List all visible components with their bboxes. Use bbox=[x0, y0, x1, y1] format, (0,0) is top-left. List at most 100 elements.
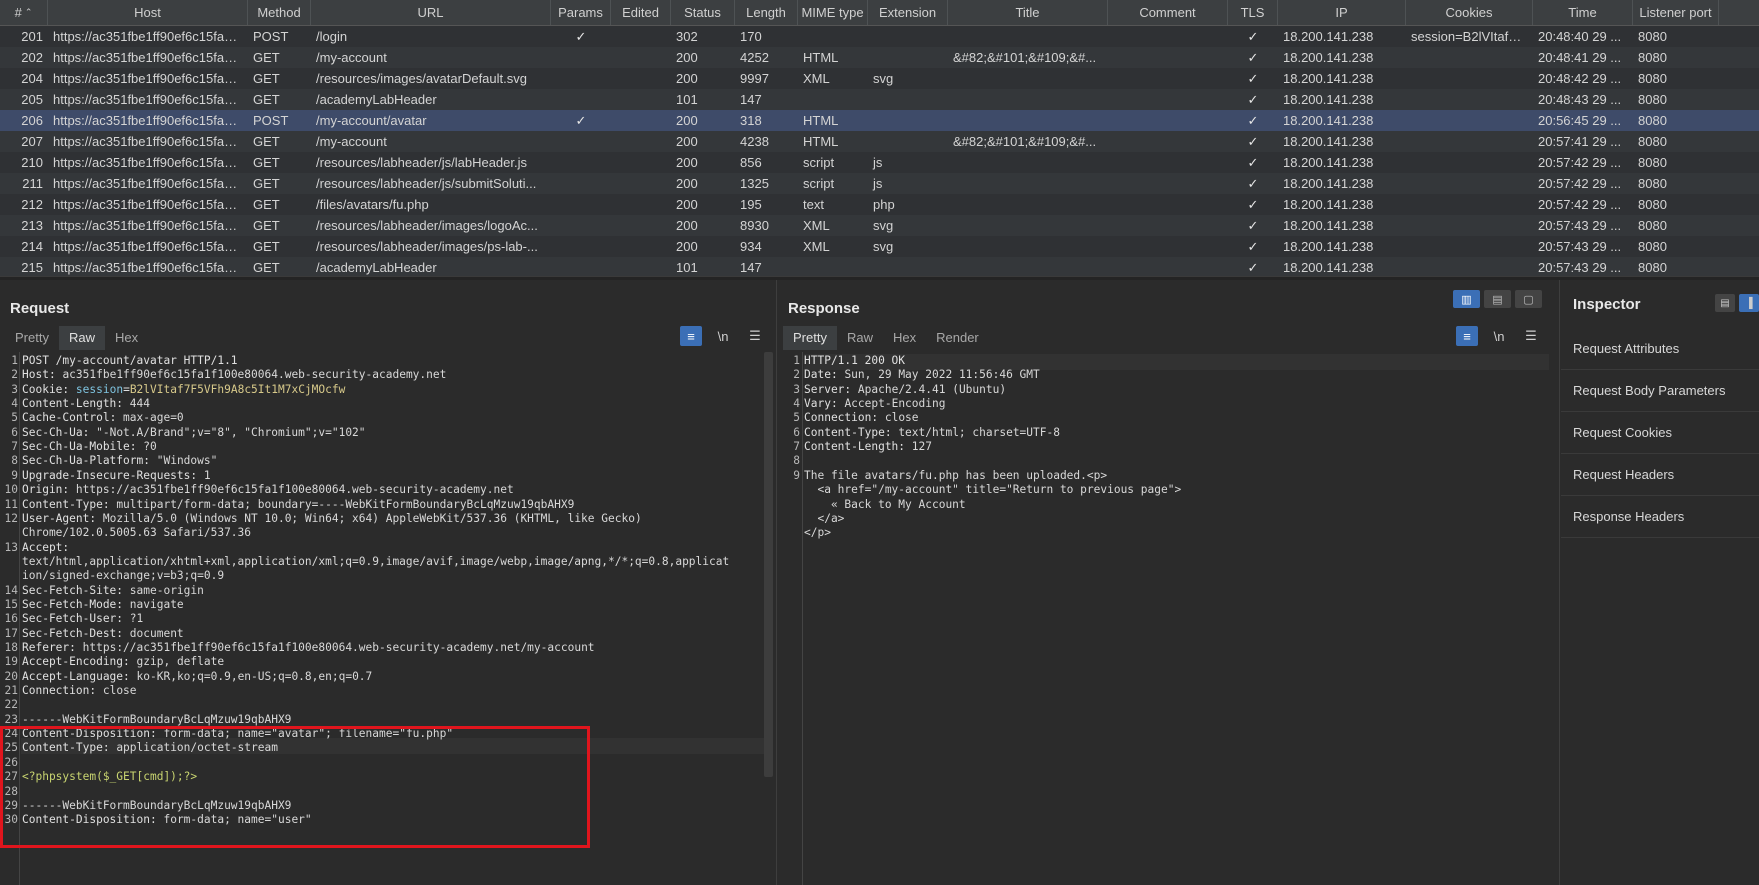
column-header-time[interactable]: Time bbox=[1533, 0, 1633, 25]
side-by-side-layout-icon[interactable]: ▥ bbox=[1453, 290, 1480, 308]
tab-raw[interactable]: Raw bbox=[837, 326, 883, 350]
cell-tls: ✓ bbox=[1247, 196, 1259, 212]
cell-ip: 18.200.141.238 bbox=[1283, 71, 1374, 86]
column-header-comment[interactable]: Comment bbox=[1108, 0, 1228, 25]
cell-port: 8080 bbox=[1638, 134, 1667, 149]
table-row[interactable]: 211 https://ac351fbe1ff90ef6c15fa1f... GET… bbox=[0, 173, 1759, 194]
tab-hex[interactable]: Hex bbox=[105, 326, 148, 350]
table-row[interactable]: 213 https://ac351fbe1ff90ef6c15fa1f... GET… bbox=[0, 215, 1759, 236]
proxy-history-table[interactable]: # ⌃ Host Method URL Params Edited Status Length M… bbox=[0, 0, 1759, 276]
inspector-section-request-attributes[interactable]: Request Attributes bbox=[1561, 328, 1759, 370]
table-row[interactable]: 202 https://ac351fbe1ff90ef6c15fa1f... GET… bbox=[0, 47, 1759, 68]
tab-raw[interactable]: Raw bbox=[58, 326, 105, 350]
cell-id: 205 bbox=[21, 92, 43, 107]
request-title: Request bbox=[10, 300, 70, 317]
header-separator: : bbox=[69, 641, 83, 654]
header-name: Accept-Language bbox=[22, 669, 124, 683]
table-row[interactable]: 204 https://ac351fbe1ff90ef6c15fa1f... GET… bbox=[0, 68, 1759, 89]
column-header-status[interactable]: Status bbox=[671, 0, 735, 25]
stacked-layout-icon[interactable]: ▤ bbox=[1484, 290, 1511, 308]
cell-length: 4238 bbox=[740, 134, 769, 149]
inspector-list-icon[interactable]: ▤ bbox=[1715, 294, 1735, 312]
header-separator: : bbox=[102, 741, 117, 755]
cell-status: 200 bbox=[676, 218, 698, 233]
cell-time: 20:48:41 29 ... bbox=[1538, 50, 1622, 65]
header-value: form-data; name="user" bbox=[163, 813, 312, 827]
column-header-tls[interactable]: TLS bbox=[1228, 0, 1278, 25]
inspector-panel-icon[interactable]: ▐ bbox=[1739, 294, 1759, 312]
table-row[interactable]: 201 https://ac351fbe1ff90ef6c15fa1f... POS… bbox=[0, 26, 1759, 47]
column-header-ip[interactable]: IP bbox=[1278, 0, 1406, 25]
header-value: ko-KR,ko;q=0.9,en-US;q=0.8,en;q=0.7 bbox=[136, 669, 373, 683]
code-line: Content-Length: 127 bbox=[804, 440, 932, 453]
tab-pretty[interactable]: Pretty bbox=[783, 326, 837, 350]
table-row[interactable]: 214 https://ac351fbe1ff90ef6c15fa1f... GET… bbox=[0, 236, 1759, 257]
code-line: Content-Disposition: form-data; name="av… bbox=[22, 727, 453, 740]
column-header-port[interactable]: Listener port bbox=[1633, 0, 1719, 25]
cell-tls: ✓ bbox=[1247, 238, 1259, 254]
header-name: Cache-Control bbox=[22, 411, 110, 425]
header-separator: : bbox=[149, 727, 164, 741]
response-editor[interactable]: 1 HTTP/1.1 200 OK 2 Date: Sun, 29 May 2022 … bbox=[778, 352, 1559, 885]
header-separator: : bbox=[116, 597, 130, 611]
cell-status: 200 bbox=[676, 50, 698, 65]
cell-time: 20:57:43 29 ... bbox=[1538, 239, 1622, 254]
header-value: navigate bbox=[129, 597, 184, 611]
line-text: POST /my-account/avatar HTTP/1.1 bbox=[22, 354, 238, 367]
inspector-section-request-cookies[interactable]: Request Cookies bbox=[1561, 412, 1759, 454]
show-newlines-button[interactable]: \n bbox=[712, 326, 734, 346]
header-separator: : bbox=[82, 425, 97, 439]
line-number: 13 bbox=[4, 540, 18, 554]
table-row[interactable]: 210 https://ac351fbe1ff90ef6c15fa1f... GET… bbox=[0, 152, 1759, 173]
cookie-name: session bbox=[75, 382, 124, 396]
request-scrollbar[interactable] bbox=[764, 352, 773, 777]
line-number: 3 bbox=[11, 382, 18, 396]
column-header-mime[interactable]: MIME type bbox=[798, 0, 868, 25]
cell-length: 856 bbox=[740, 155, 762, 170]
inspector-section-response-headers[interactable]: Response Headers bbox=[1561, 496, 1759, 538]
column-header-title[interactable]: Title bbox=[948, 0, 1108, 25]
menu-icon[interactable]: ☰ bbox=[1520, 326, 1542, 346]
wrap-lines-icon[interactable]: ≡ bbox=[1456, 326, 1478, 346]
column-header-length[interactable]: Length bbox=[735, 0, 798, 25]
header-name: Connection bbox=[804, 411, 872, 425]
table-row[interactable]: 206 https://ac351fbe1ff90ef6c15fa1f... POS… bbox=[0, 110, 1759, 131]
tab-render[interactable]: Render bbox=[926, 326, 989, 350]
cell-status: 101 bbox=[676, 92, 698, 107]
column-header-ext[interactable]: Extension bbox=[868, 0, 948, 25]
tab-pretty[interactable]: Pretty bbox=[5, 326, 59, 350]
line-number: 16 bbox=[4, 612, 18, 626]
table-row[interactable]: 207 https://ac351fbe1ff90ef6c15fa1f... GET… bbox=[0, 131, 1759, 152]
header-name: Sec-Fetch-User bbox=[22, 612, 117, 626]
cell-port: 8080 bbox=[1638, 260, 1667, 275]
header-separator: : bbox=[116, 626, 130, 640]
table-row[interactable]: 212 https://ac351fbe1ff90ef6c15fa1f... GET… bbox=[0, 194, 1759, 215]
wrap-lines-icon[interactable]: ≡ bbox=[680, 326, 702, 346]
cell-url: /academyLabHeader bbox=[316, 92, 437, 107]
header-name: Vary bbox=[804, 397, 831, 411]
code-line: Host: ac351fbe1ff90ef6c15fa1f100e80064.w… bbox=[22, 368, 446, 381]
code-line: Server: Apache/2.4.41 (Ubuntu) bbox=[804, 383, 1006, 396]
request-editor[interactable]: 1 POST /my-account/avatar HTTP/1.1 2 Host: … bbox=[0, 352, 776, 885]
response-pane: ▥ ▤ ▢ Response Pretty Raw Hex Render ≡ \n ☰… bbox=[778, 280, 1560, 885]
inspector-section-request-headers[interactable]: Request Headers bbox=[1561, 454, 1759, 496]
column-header-id[interactable]: # ⌃ bbox=[0, 0, 48, 25]
show-newlines-button[interactable]: \n bbox=[1488, 326, 1510, 346]
header-name: Content-Type bbox=[804, 425, 885, 439]
column-header-edited[interactable]: Edited bbox=[611, 0, 671, 25]
cell-length: 318 bbox=[740, 113, 762, 128]
inspector-section-request-body-parameters[interactable]: Request Body Parameters bbox=[1561, 370, 1759, 412]
table-body[interactable]: 201 https://ac351fbe1ff90ef6c15fa1f... POS… bbox=[0, 26, 1759, 276]
column-header-cookies[interactable]: Cookies bbox=[1406, 0, 1533, 25]
header-value: close bbox=[884, 411, 919, 425]
menu-icon[interactable]: ☰ bbox=[744, 326, 766, 346]
column-header-params[interactable]: Params bbox=[551, 0, 611, 25]
tab-hex[interactable]: Hex bbox=[883, 326, 926, 350]
table-row[interactable]: 205 https://ac351fbe1ff90ef6c15fa1f... GET… bbox=[0, 89, 1759, 110]
column-header-label: Status bbox=[684, 5, 721, 20]
column-header-url[interactable]: URL bbox=[311, 0, 551, 25]
column-header-method[interactable]: Method bbox=[248, 0, 311, 25]
table-row[interactable]: 215 https://ac351fbe1ff90ef6c15fa1f... GET… bbox=[0, 257, 1759, 276]
single-layout-icon[interactable]: ▢ bbox=[1515, 290, 1542, 308]
column-header-host[interactable]: Host bbox=[48, 0, 248, 25]
